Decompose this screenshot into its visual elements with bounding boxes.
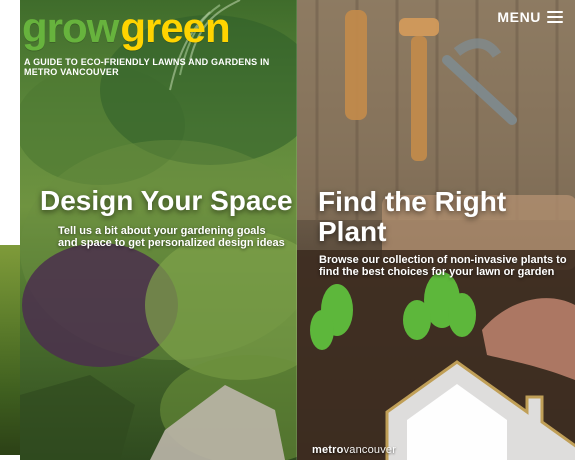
design-your-space-description: Tell us a bit about your gardening goals… [58,225,285,249]
metro-vancouver-logo[interactable]: metrovancouver [312,444,396,456]
menu-button[interactable]: MENU [497,9,563,25]
find-right-plant-title: Find the Right Plant [318,186,507,247]
logo-grow-text: grow [22,4,119,51]
logo-green-text: green [120,4,230,51]
page: growgreen A GUIDE TO ECO-FRIENDLY LAWNS … [0,0,575,460]
footer-vancouver-text: vancouver [343,444,397,456]
footer-metro-text: metro [312,444,344,456]
find-right-plant-description: Browse our collection of non-invasive pl… [319,254,567,278]
menu-label: MENU [497,9,541,25]
partial-side-image [0,245,20,455]
design-your-space-title: Design Your Space [40,185,293,216]
hamburger-menu-icon [547,11,563,23]
growgreen-logo[interactable]: growgreen [22,4,231,51]
site-tagline: A GUIDE TO ECO-FRIENDLY LAWNS AND GARDEN… [24,57,270,77]
